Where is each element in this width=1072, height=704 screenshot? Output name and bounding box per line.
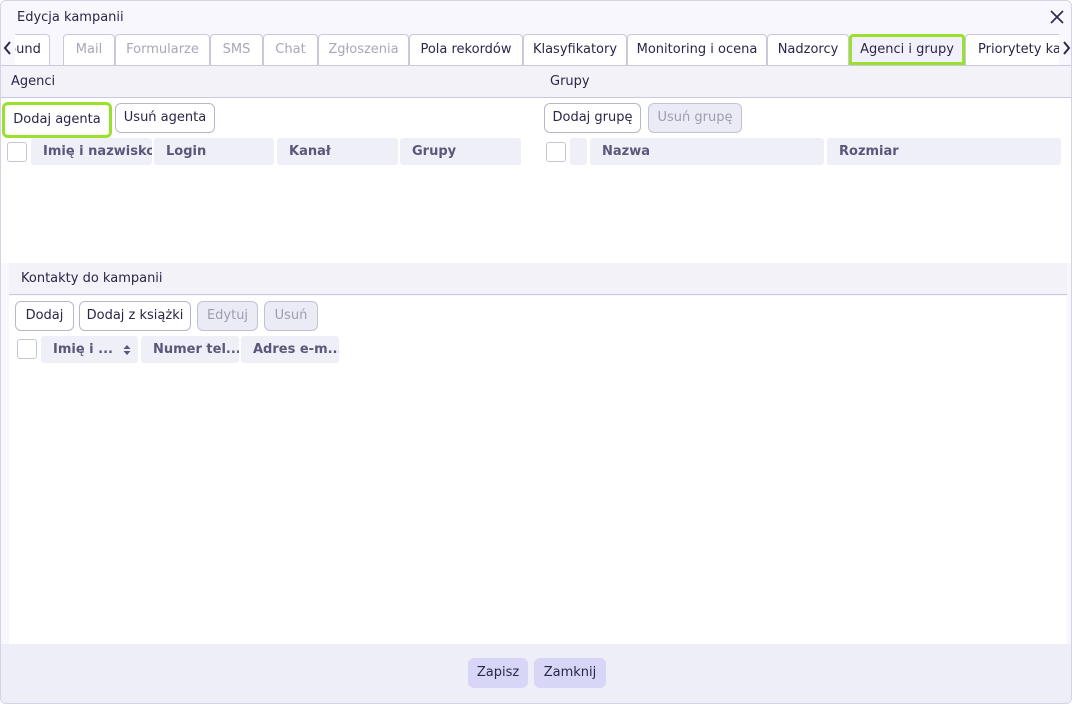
remove-agent-button[interactable]: Usuń agenta <box>115 103 215 133</box>
delete-contact-button[interactable]: Usuń <box>264 301 318 331</box>
agents-col-channel[interactable]: Kanał <box>277 138 398 165</box>
sort-icon[interactable] <box>122 343 132 357</box>
add-from-book-button[interactable]: Dodaj z książki <box>79 301 191 331</box>
dialog-footer: Zapisz Zamknij <box>1 644 1071 703</box>
agents-section-header: Agenci <box>1 66 540 98</box>
dialog-title: Edycja kampanii <box>17 10 124 25</box>
contacts-select-all-checkbox[interactable] <box>17 339 37 359</box>
campaign-edit-dialog: Edycja kampanii ound Mail Formularze SMS… <box>0 0 1072 704</box>
tab-bar: ound Mail Formularze SMS Chat Zgłoszenia… <box>1 33 1071 66</box>
tab-mail[interactable]: Mail <box>63 34 115 65</box>
chevron-left-icon[interactable] <box>1 37 15 59</box>
tab-monitoring[interactable]: Monitoring i ocena <box>627 34 767 65</box>
tab-classifiers[interactable]: Klasyfikatory <box>523 34 627 65</box>
add-group-button[interactable]: Dodaj grupę <box>544 103 641 133</box>
tab-sms[interactable]: SMS <box>210 34 263 65</box>
agents-col-login[interactable]: Login <box>154 138 274 165</box>
agents-col-name[interactable]: Imię i nazwisko <box>31 138 152 165</box>
chevron-right-icon[interactable] <box>1059 37 1071 59</box>
save-button[interactable]: Zapisz <box>468 658 528 688</box>
contacts-panel: Dodaj Dodaj z książki Edytuj Usuń Imię i… <box>9 296 1067 644</box>
contacts-col-phone[interactable]: Numer tel... <box>141 336 239 363</box>
groups-section-header: Grupy <box>540 66 1071 98</box>
tab-tickets[interactable]: Zgłoszenia <box>318 34 409 65</box>
contacts-col-email[interactable]: Adres e-m... <box>241 336 339 363</box>
close-icon[interactable] <box>1047 7 1067 27</box>
contacts-section-header: Kontakty do kampanii <box>9 263 1067 295</box>
remove-group-button[interactable]: Usuń grupę <box>648 103 742 133</box>
tab-chat[interactable]: Chat <box>263 34 318 65</box>
tab-forms[interactable]: Formularze <box>115 34 210 65</box>
groups-col-size[interactable]: Rozmiar <box>827 138 1061 165</box>
groups-panel: Dodaj grupę Usuń grupę Nazwa Rozmiar <box>540 98 1071 263</box>
groups-select-all-checkbox[interactable] <box>546 142 566 162</box>
groups-col-spacer <box>570 138 587 165</box>
tab-outbound[interactable]: ound <box>15 34 50 65</box>
contacts-col-name[interactable]: Imię i ... <box>41 336 138 363</box>
tab-record-fields[interactable]: Pola rekordów <box>409 34 523 65</box>
add-agent-button[interactable]: Dodaj agenta <box>2 102 112 138</box>
tab-agents-groups[interactable]: Agenci i grupy <box>849 34 965 65</box>
agents-select-all-checkbox[interactable] <box>7 142 27 162</box>
agents-panel: Dodaj agenta Usuń agenta Imię i nazwisko… <box>1 98 540 263</box>
edit-contact-button[interactable]: Edytuj <box>197 301 258 331</box>
tab-priorities[interactable]: Priorytety kar <box>965 34 1059 65</box>
add-contact-button[interactable]: Dodaj <box>15 301 74 331</box>
agents-col-groups[interactable]: Grupy <box>400 138 521 165</box>
dialog-titlebar: Edycja kampanii <box>1 1 1071 33</box>
close-button[interactable]: Zamknij <box>534 658 606 688</box>
groups-col-name[interactable]: Nazwa <box>590 138 824 165</box>
tabs-viewport: ound Mail Formularze SMS Chat Zgłoszenia… <box>15 33 1059 66</box>
tab-supervisors[interactable]: Nadzorcy <box>767 34 849 65</box>
contacts-col-name-label: Imię i ... <box>53 342 113 357</box>
